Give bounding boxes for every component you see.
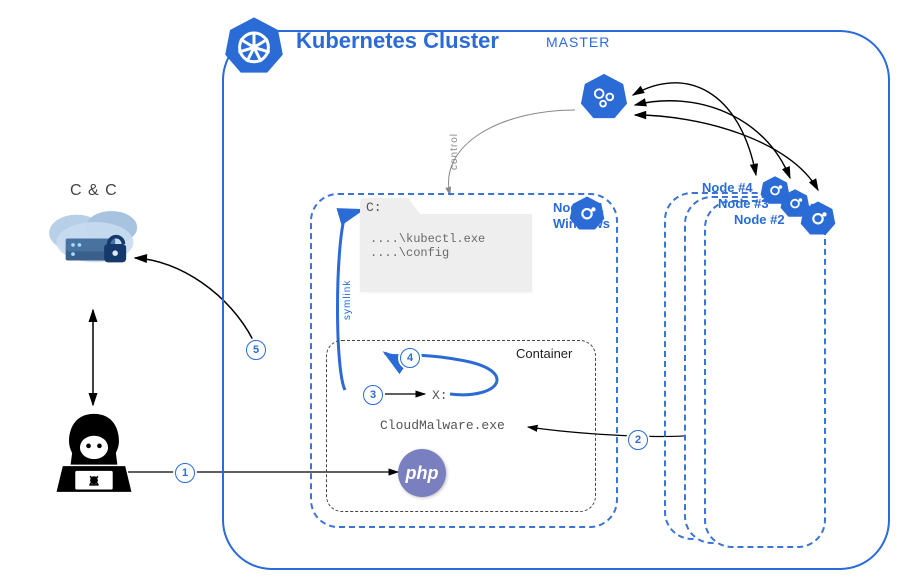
master-icon [580,72,628,120]
step-3-badge: 3 [363,385,383,405]
container-label: Container [516,346,572,361]
cluster-title: Kubernetes Cluster [296,28,499,54]
cc-label: C & C [70,182,118,200]
file-window: ....\kubectl.exe ....\config [360,214,532,292]
container-drive: X: [432,388,448,403]
php-icon: php [398,449,446,497]
step-2-badge: 2 [628,430,648,450]
file-window-contents: ....\kubectl.exe ....\config [360,214,532,260]
node2-label: Node #2 [734,212,785,228]
cc-icon [40,200,150,300]
node2-icon [800,200,836,236]
malware-exe: CloudMalware.exe [380,418,505,433]
node1-icon [569,195,605,231]
step-1-badge: 1 [175,463,195,483]
file-window-drive: C: [366,200,382,215]
kubernetes-icon [224,15,284,75]
control-label: control [449,133,460,170]
attacker-icon [55,410,133,495]
node3-label: Node #3 [718,196,769,212]
symlink-label: symlink [342,280,353,320]
step-4-badge: 4 [400,348,420,368]
master-label: MASTER [546,34,610,50]
node2-box [704,200,826,548]
node4-label: Node #4 [702,180,753,196]
step-5-badge: 5 [246,340,266,360]
